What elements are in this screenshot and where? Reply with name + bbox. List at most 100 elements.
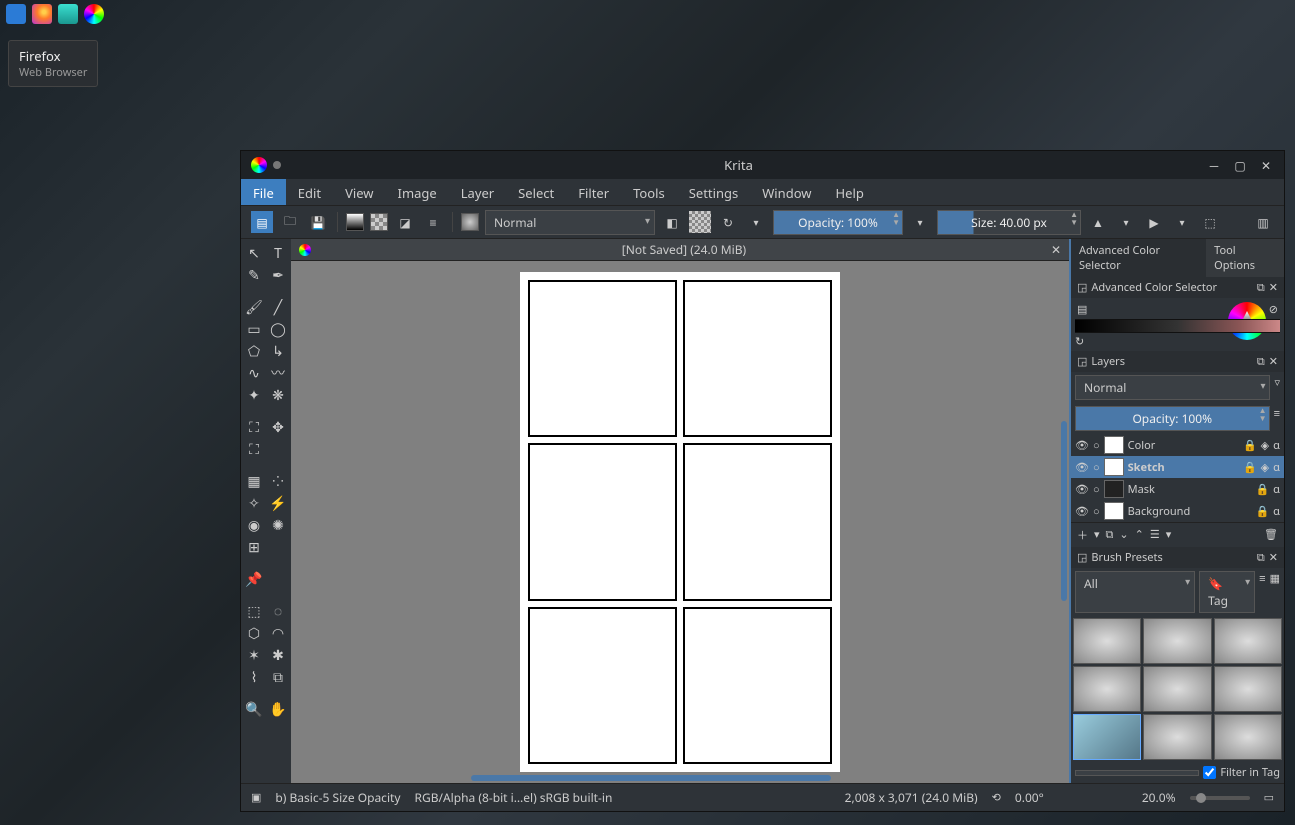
taskbar-icon-krita[interactable] bbox=[84, 4, 104, 24]
ellipse-tool-icon[interactable]: ◯ bbox=[267, 319, 289, 339]
pan-tool-icon[interactable]: ✋ bbox=[267, 699, 289, 719]
alpha-icon[interactable]: ◈ bbox=[1261, 438, 1269, 453]
float-icon[interactable]: ⧉ bbox=[1257, 550, 1265, 565]
zoom-slider[interactable] bbox=[1190, 796, 1250, 800]
visibility-icon[interactable]: 👁 bbox=[1075, 438, 1089, 453]
brush-settings-icon[interactable]: ≡ bbox=[422, 211, 444, 233]
taskbar-icon-vscode[interactable] bbox=[6, 4, 26, 24]
fill-tool-icon[interactable]: ▦ bbox=[243, 471, 265, 491]
wrap-icon[interactable]: ⬚ bbox=[1199, 211, 1221, 233]
scrollbar-horizontal[interactable] bbox=[471, 775, 831, 781]
lock-icon[interactable]: 🔒 bbox=[1255, 504, 1269, 519]
brush-tag-combo[interactable]: 🔖 Tag bbox=[1199, 571, 1255, 613]
taskbar-icon-firefox[interactable] bbox=[32, 4, 52, 24]
brush-preset[interactable] bbox=[1073, 666, 1141, 712]
gradient-swatch[interactable] bbox=[346, 213, 364, 231]
visibility-icon[interactable]: 👁 bbox=[1075, 504, 1089, 519]
multibrush-tool-icon[interactable]: ❋ bbox=[267, 385, 289, 405]
assistant-tool-icon[interactable]: ◉ bbox=[243, 515, 265, 535]
polyline-tool-icon[interactable]: ↳ bbox=[267, 341, 289, 361]
document-tab[interactable]: [Not Saved] (24.0 MiB) ✕ bbox=[291, 239, 1069, 261]
undock-icon[interactable]: ◲ bbox=[1077, 280, 1087, 295]
zoom-tool-icon[interactable]: 🔍 bbox=[243, 699, 265, 719]
alpha-icon[interactable]: ◈ bbox=[1261, 460, 1269, 475]
size-slider[interactable]: Size: 40.00 px▲▼ bbox=[937, 210, 1081, 235]
undock-icon[interactable]: ◲ bbox=[1077, 550, 1087, 565]
move-up-icon[interactable]: ⌃ bbox=[1135, 527, 1144, 543]
duplicate-layer-icon[interactable]: ⧉ bbox=[1106, 527, 1114, 543]
close-icon[interactable]: ✕ bbox=[1269, 354, 1278, 369]
minimize-button[interactable]: ─ bbox=[1206, 157, 1222, 173]
alpha2-icon[interactable]: α bbox=[1273, 460, 1280, 475]
status-selection-icon[interactable]: ▣ bbox=[251, 790, 261, 805]
measure-tool-icon[interactable]: ✺ bbox=[267, 515, 289, 535]
rotation-reset-icon[interactable]: ⟲ bbox=[992, 790, 1001, 805]
lock-icon[interactable]: 🔒 bbox=[1255, 482, 1269, 497]
chevron-down-icon[interactable]: ▾ bbox=[745, 211, 767, 233]
reload-preset-icon[interactable]: ↻ bbox=[717, 211, 739, 233]
line-tool-icon[interactable]: ╱ bbox=[267, 297, 289, 317]
move-layer-tool-icon[interactable]: ✥ bbox=[267, 417, 289, 437]
tab-close-icon[interactable]: ✕ bbox=[1051, 241, 1061, 258]
menu-view[interactable]: View bbox=[333, 179, 385, 205]
add-layer-dropdown-icon[interactable]: ▾ bbox=[1094, 527, 1100, 543]
brush-preset[interactable] bbox=[1143, 666, 1211, 712]
reference-tool-icon[interactable]: ⊞ bbox=[243, 537, 265, 557]
undock-icon[interactable]: ◲ bbox=[1077, 354, 1087, 369]
opacity-slider[interactable]: Opacity: 100%▲▼ bbox=[773, 210, 903, 235]
maximize-button[interactable]: ▢ bbox=[1232, 157, 1248, 173]
transform-tool-icon[interactable]: ⛶ bbox=[243, 417, 265, 437]
lock-icon[interactable]: 🔒 bbox=[1243, 460, 1257, 475]
tab-color-selector[interactable]: Advanced Color Selector bbox=[1071, 239, 1206, 277]
alpha2-icon[interactable]: α bbox=[1273, 438, 1280, 453]
filter-in-tag-checkbox[interactable] bbox=[1203, 766, 1216, 779]
alpha-lock-icon[interactable] bbox=[689, 211, 711, 233]
contiguous-select-tool-icon[interactable]: ✶ bbox=[243, 645, 265, 665]
move-tool-icon[interactable]: ↖ bbox=[243, 243, 265, 263]
layer-name[interactable]: Color bbox=[1128, 438, 1239, 453]
brush-preset[interactable] bbox=[1214, 666, 1282, 712]
menu-layer[interactable]: Layer bbox=[449, 179, 506, 205]
menu-file[interactable]: File bbox=[241, 179, 286, 205]
open-file-icon[interactable]: 🗀 bbox=[279, 211, 301, 233]
visibility-icon[interactable]: 👁 bbox=[1075, 482, 1089, 497]
grid-view-icon[interactable]: ▦ bbox=[1270, 571, 1280, 613]
magnetic-select-tool-icon[interactable]: ⧉ bbox=[267, 667, 289, 687]
brush-preset[interactable] bbox=[1143, 618, 1211, 664]
layer-row[interactable]: 👁○ Mask 🔒α bbox=[1071, 478, 1284, 500]
mirror-h-icon[interactable]: ▲ bbox=[1087, 211, 1109, 233]
menu-settings[interactable]: Settings bbox=[677, 179, 750, 205]
pattern-swatch[interactable] bbox=[370, 213, 388, 231]
brush-search-input[interactable] bbox=[1075, 770, 1199, 776]
brush-preset[interactable] bbox=[1214, 714, 1282, 760]
menu-image[interactable]: Image bbox=[386, 179, 449, 205]
layer-opacity-slider[interactable]: Opacity: 100%▲▼ bbox=[1075, 406, 1270, 431]
ellipse-select-tool-icon[interactable]: ◌ bbox=[267, 601, 289, 621]
close-icon[interactable]: ✕ bbox=[1269, 550, 1278, 565]
brush-tool-icon[interactable]: 🖌 bbox=[243, 297, 265, 317]
config-icon[interactable]: ▤ bbox=[1077, 302, 1087, 317]
new-file-icon[interactable]: ▤ bbox=[251, 211, 273, 233]
fg-bg-swap-icon[interactable]: ◪ bbox=[394, 211, 416, 233]
lock-icon[interactable]: 🔒 bbox=[1243, 438, 1257, 453]
layer-name[interactable]: Mask bbox=[1128, 482, 1252, 497]
canvas-map-icon[interactable]: ▭ bbox=[1264, 790, 1274, 805]
taskbar-icon-files[interactable] bbox=[58, 4, 78, 24]
layer-row[interactable]: 👁○ Color 🔒◈α bbox=[1071, 434, 1284, 456]
delete-layer-icon[interactable]: 🗑 bbox=[1264, 527, 1278, 543]
rect-select-tool-icon[interactable]: ⬚ bbox=[243, 601, 265, 621]
chevron-down-icon[interactable]: ▾ bbox=[909, 211, 931, 233]
rect-tool-icon[interactable]: ▭ bbox=[243, 319, 265, 339]
canvas-document[interactable] bbox=[520, 272, 840, 772]
alpha2-icon[interactable]: α bbox=[1273, 482, 1280, 497]
smart-fill-tool-icon[interactable]: ⚡ bbox=[267, 493, 289, 513]
layer-row[interactable]: 👁○ Sketch 🔒◈α bbox=[1071, 456, 1284, 478]
save-file-icon[interactable]: 💾 bbox=[307, 211, 329, 233]
calligraphy-tool-icon[interactable]: ✒ bbox=[267, 265, 289, 285]
brush-filter-combo[interactable]: All bbox=[1075, 571, 1195, 613]
move-down-icon[interactable]: ⌄ bbox=[1119, 527, 1128, 543]
brush-preset[interactable] bbox=[1143, 714, 1211, 760]
menu-filter[interactable]: Filter bbox=[566, 179, 621, 205]
close-icon[interactable]: ✕ bbox=[1269, 280, 1278, 295]
refresh-icon[interactable]: ↻ bbox=[1075, 334, 1084, 349]
